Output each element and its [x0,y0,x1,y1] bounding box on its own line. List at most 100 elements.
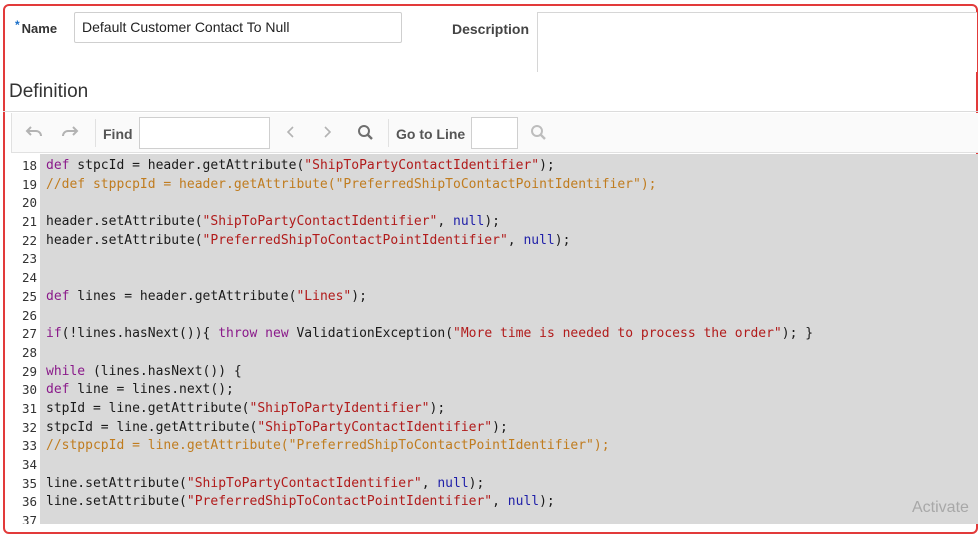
chevron-right-icon[interactable] [321,124,333,144]
line-number: 30 [21,382,37,398]
code-token: ); [492,419,508,435]
code-line: 21 header.setAttribute("ShipToPartyContac… [11,213,978,232]
code-line: 20 [11,194,978,213]
code-token: lines = header.getAttribute( [69,288,297,304]
code-token: ); [351,288,367,304]
toolbar-separator [95,119,96,147]
line-number: 22 [21,232,37,248]
line-number: 26 [21,307,37,323]
code-line: 22 header.setAttribute("PreferredShipToCo… [11,232,978,251]
code-token: "ShipToPartyContactIdentifier" [304,158,540,173]
code-token: , [437,214,454,230]
code-token: line.setAttribute( [46,475,187,491]
description-textarea[interactable] [537,12,977,72]
code-token: def [46,382,70,398]
name-input[interactable]: Default Customer Contact To Null [74,12,402,43]
undo-icon[interactable] [25,124,43,144]
code-line: 29 while (lines.hasNext()) { [11,363,978,382]
code-text: //stppcpId = line.getAttribute("Preferre… [46,437,610,456]
code-token: , [421,475,438,491]
code-token: ); [484,214,500,230]
code-token: //def stppcpId = header.getAttribute("Pr… [46,176,657,192]
code-token: def [46,158,70,173]
code-token: def [46,288,70,304]
name-label-text: Name [21,21,58,36]
code-line: 24 [11,269,978,288]
code-editor[interactable]: 18 def stpcId = header.getAttribute("Ship… [11,154,978,524]
code-token: ); [429,400,446,416]
code-text: def line = lines.next(); [46,381,234,400]
line-number: 23 [21,251,37,267]
chevron-left-icon[interactable] [285,124,297,144]
code-token: ); [468,475,485,491]
line-number: 20 [21,195,37,211]
code-token: //stppcpId = line.getAttribute("Preferre… [46,438,610,454]
code-token: "ShipToPartyContactIdentifier" [257,419,493,435]
code-token: line = lines.next(); [69,382,234,398]
find-input[interactable] [139,117,270,149]
code-token: if [46,326,62,342]
line-number: 32 [21,419,37,435]
code-token: while [46,363,86,379]
goto-line-input[interactable] [471,117,518,149]
code-line: 34 [11,456,978,475]
code-token: "PreferredShipToContactPointIdentifier" [202,232,508,248]
line-number: 34 [21,457,37,472]
code-text: while (lines.hasNext()) { [46,363,242,382]
code-text: def stpcId = header.getAttribute("ShipTo… [46,157,555,176]
code-line: 28 [11,344,978,363]
code-line: 19 //def stppcpId = header.getAttribute("… [11,176,978,195]
code-token: line.setAttribute( [46,494,187,510]
editor-toolbar: Find Go to Line [11,113,978,153]
name-label: * Name [15,18,57,36]
code-token: stpId = line.getAttribute( [46,400,250,416]
line-number: 25 [21,288,37,304]
code-text: header.setAttribute("ShipToPartyContactI… [46,213,500,232]
code-line: 33 //stppcpId = line.getAttribute("Prefer… [11,437,978,456]
code-token: ); [539,494,555,510]
code-token: "ShipToPartyContactIdentifier" [186,475,422,491]
code-token: null [523,232,555,248]
required-marker: * [15,18,20,32]
description-label: Description [452,21,530,37]
search-icon[interactable] [530,124,547,145]
code-text: if(!lines.hasNext()){ throw new Validati… [46,325,813,344]
line-number: 28 [21,344,37,360]
code-lines: 18 def stpcId = header.getAttribute("Ship… [11,157,978,524]
code-token: ); } [781,326,814,342]
definition-heading: Definition [9,81,89,102]
code-text: line.setAttribute("PreferredShipToContac… [46,493,555,512]
line-number: 21 [21,214,37,230]
code-line: 26 [11,307,978,326]
code-line: 31 stpId = line.getAttribute("ShipToParty… [11,400,978,419]
line-number: 36 [21,494,37,510]
code-token: "More time is needed to process the orde… [453,326,782,342]
code-line: 18 def stpcId = header.getAttribute("Ship… [11,157,978,176]
search-icon[interactable] [357,124,374,145]
code-token: , [492,494,508,510]
code-line: 23 [11,250,978,269]
code-text: stpcId = line.getAttribute("ShipToPartyC… [46,419,508,438]
line-number: 31 [21,400,37,416]
code-token: "PreferredShipToContactPointIdentifier" [186,494,493,510]
line-number: 37 [21,513,37,524]
code-token: ); [539,158,555,173]
code-line: 36 line.setAttribute("PreferredShipToCont… [11,493,978,512]
code-token: null [453,214,485,230]
line-number: 18 [21,158,37,173]
code-line: 25 def lines = header.getAttribute("Lines… [11,288,978,307]
code-text: def lines = header.getAttribute("Lines")… [46,288,367,307]
find-label: Find [103,126,133,142]
code-token: , [507,232,524,248]
redo-icon[interactable] [61,124,79,144]
line-number: 33 [21,438,37,454]
line-number: 35 [21,475,37,491]
toolbar-separator [388,119,389,147]
code-token: ValidationException( [288,326,454,342]
code-token: ); [554,232,571,248]
code-token: header.setAttribute( [46,232,203,248]
code-token: header.setAttribute( [46,214,203,230]
goto-line-label: Go to Line [396,126,466,142]
code-text: stpId = line.getAttribute("ShipToPartyId… [46,400,445,419]
